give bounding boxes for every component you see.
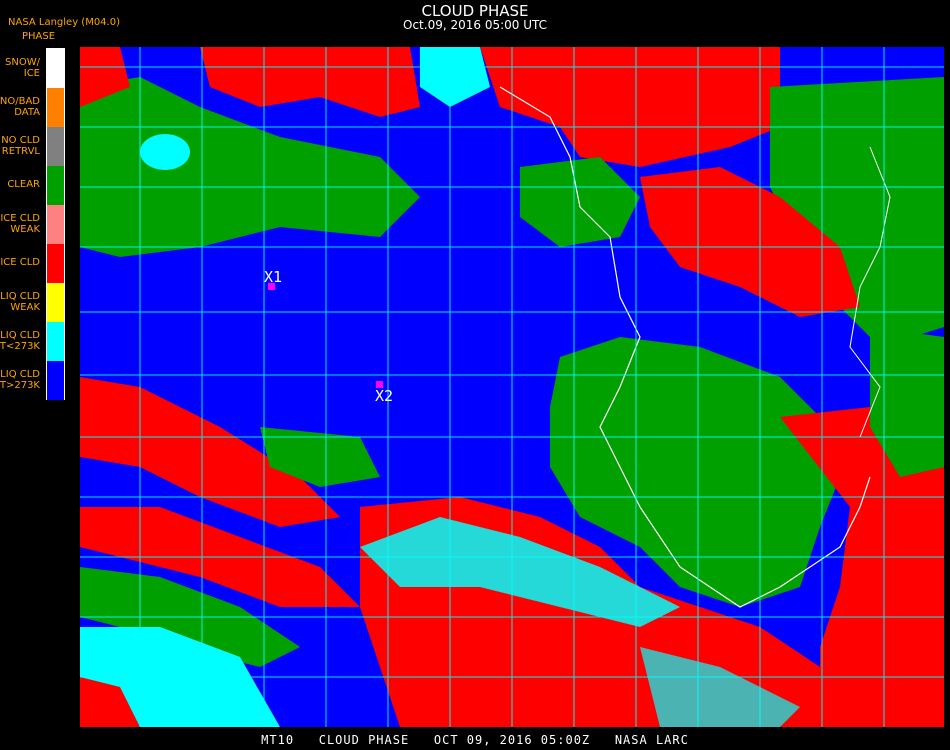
legend-label: ICE CLD	[0, 257, 40, 268]
map-image	[80, 47, 944, 727]
marker-x1-label: X1	[264, 268, 283, 286]
legend-label: NO/BAD DATA	[0, 95, 40, 118]
legend-swatch	[47, 205, 64, 244]
legend-swatch	[47, 49, 64, 88]
legend-label: NO CLD RETRVL	[1, 134, 40, 157]
legend-title: PHASE	[22, 31, 56, 42]
legend-label: LIQ CLD T<273K	[0, 329, 40, 352]
legend-swatch	[47, 244, 64, 283]
legend-label: ICE CLD WEAK	[0, 212, 40, 235]
marker-x2-label: X2	[375, 387, 394, 405]
legend-swatch	[47, 127, 64, 166]
legend-swatch	[47, 88, 64, 127]
cloud-phase-map: X1 X2	[80, 47, 944, 727]
phase-legend	[46, 48, 65, 400]
map-timestamp: Oct.09, 2016 05:00 UTC	[403, 18, 547, 32]
provider-label: NASA Langley (M04.0)	[8, 17, 120, 28]
footer-caption: MT10 CLOUD PHASE OCT 09, 2016 05:00Z NAS…	[261, 733, 689, 747]
legend-swatch	[47, 322, 64, 361]
legend-label: LIQ CLD WEAK	[0, 290, 40, 313]
legend-swatch	[47, 166, 64, 205]
legend-label: CLEAR	[7, 179, 40, 190]
legend-label: SNOW/ ICE	[5, 56, 40, 79]
legend-swatch	[47, 361, 64, 400]
legend-label: LIQ CLD T>273K	[0, 368, 40, 391]
legend-swatch	[47, 283, 64, 322]
